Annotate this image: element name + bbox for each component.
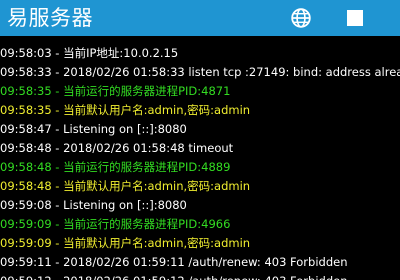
app-bar: 易服务器 (0, 0, 400, 36)
stop-button[interactable] (337, 0, 373, 36)
log-line: 09:59:12 - 2018/02/26 01:59:12 /auth/ren… (0, 272, 400, 280)
log-line: 09:58:48 - 当前运行的服务器进程PID:4889 (0, 160, 231, 174)
log-line: 09:59:11 - 2018/02/26 01:59:11 /auth/ren… (0, 255, 348, 269)
globe-icon (291, 8, 311, 28)
log-line: 09:58:35 - 当前默认用户名:admin,密码:admin (0, 103, 251, 117)
log-output[interactable]: 09:58:03 - 当前IP地址:10.0.2.15 09:58:33 - 20… (0, 44, 400, 280)
app-title: 易服务器 (7, 6, 93, 30)
log-line: 09:59:09 - 当前运行的服务器进程PID:4966 (0, 217, 231, 231)
log-line: 09:58:03 - 当前IP地址:10.0.2.15 (0, 46, 179, 60)
app-screen: 易服务器 09:58:03 - 当前IP地址:10.0.2.15 09:58:33… (0, 0, 400, 280)
log-line: 09:59:09 - 当前默认用户名:admin,密码:admin (0, 236, 251, 250)
log-line: 09:58:33 - 2018/02/26 01:58:33 listen tc… (0, 65, 400, 79)
stop-square-icon (347, 10, 363, 26)
log-line: 09:58:35 - 当前运行的服务器进程PID:4871 (0, 84, 231, 98)
log-line: 09:58:48 - 当前默认用户名:admin,密码:admin (0, 179, 251, 193)
globe-button[interactable] (283, 0, 319, 36)
log-line: 09:59:08 - Listening on [::]:8080 (0, 198, 187, 212)
log-line: 09:58:47 - Listening on [::]:8080 (0, 122, 187, 136)
log-line: 09:58:48 - 2018/02/26 01:58:48 timeout (0, 141, 234, 155)
